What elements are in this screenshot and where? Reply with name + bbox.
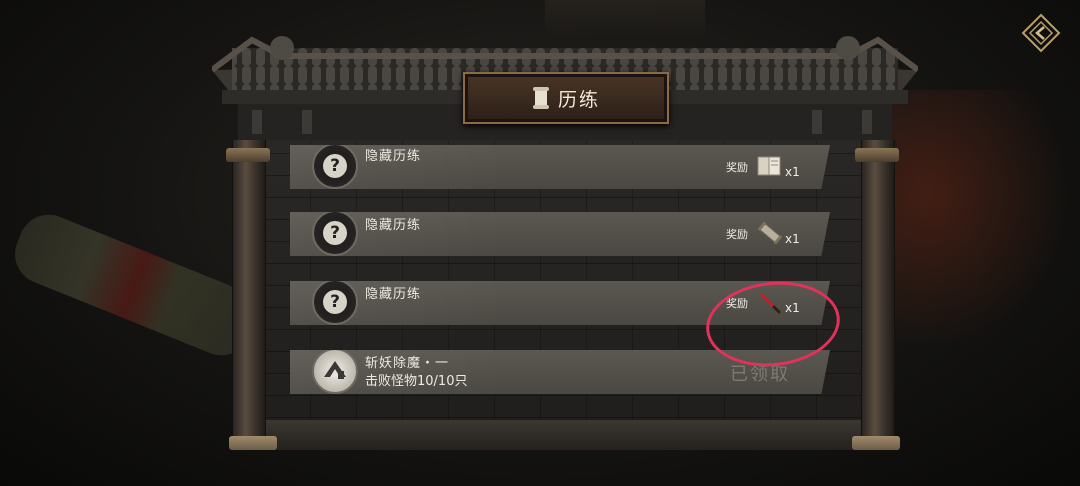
reward-label: 奖励 — [726, 161, 748, 174]
question-mark-icon: ? — [323, 221, 347, 245]
background-scroll — [5, 205, 265, 365]
left-pillar — [232, 140, 266, 440]
question-mark-icon: ? — [323, 154, 347, 178]
task-title: 隐藏历练 — [365, 149, 422, 164]
left-pillar-base — [229, 436, 277, 450]
task-avatar: ? — [312, 212, 358, 256]
back-button[interactable] — [1020, 12, 1062, 54]
task-avatar: ? — [312, 281, 358, 325]
reward-count: x1 — [785, 232, 800, 246]
right-pillar-base — [852, 436, 900, 450]
scroll-icon — [757, 221, 783, 245]
game-scene: 历练 ? 隐藏历练 奖励 x1 ? 隐藏历练 奖励 x1 ? 隐藏历练 奖励 x… — [0, 0, 1080, 486]
hall-floor — [232, 420, 892, 450]
right-pillar-cap — [855, 148, 899, 162]
task-avatar: ? — [312, 145, 358, 189]
diamond-back-icon — [1021, 13, 1061, 53]
task-progress: 击败怪物10/10只 — [365, 374, 468, 389]
right-pillar — [861, 140, 895, 440]
task-title: 隐藏历练 — [365, 218, 422, 233]
question-mark-icon: ? — [323, 290, 347, 314]
task-title: 斩妖除魔・一 — [365, 356, 450, 371]
left-pillar-cap — [226, 148, 270, 162]
reward-count: x1 — [785, 165, 800, 179]
task-avatar — [312, 350, 358, 394]
task-card[interactable]: ? 隐藏历练 奖励 x1 — [290, 212, 830, 256]
emblem-icon — [324, 361, 346, 379]
scroll-icon — [532, 87, 549, 109]
reward-label: 奖励 — [726, 228, 748, 241]
title-plaque: 历练 — [463, 72, 669, 124]
page-title: 历练 — [557, 88, 600, 111]
book-icon — [757, 156, 781, 176]
task-card[interactable]: ? 隐藏历练 奖励 x1 — [290, 145, 830, 189]
task-title: 隐藏历练 — [365, 287, 422, 302]
